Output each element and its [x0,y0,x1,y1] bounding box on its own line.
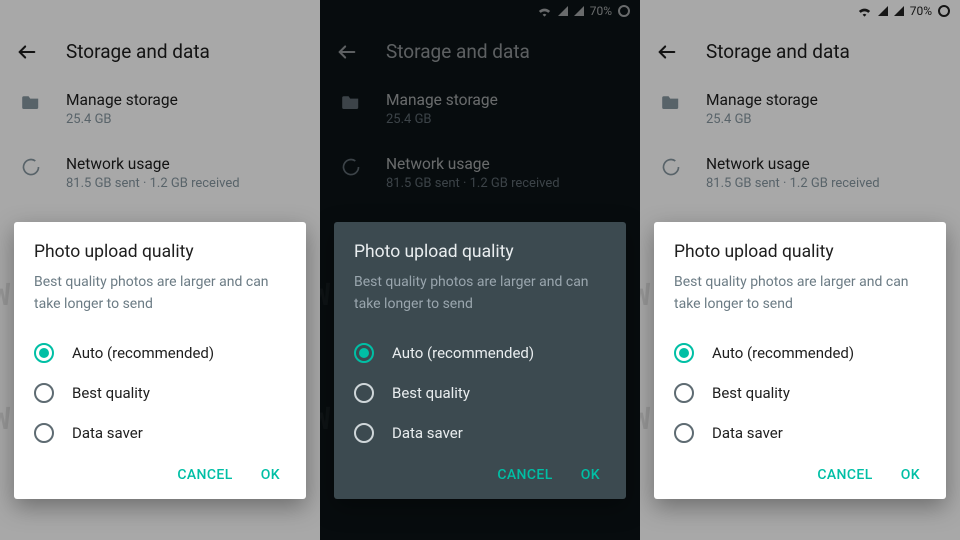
option-best-quality[interactable]: Best quality [34,373,286,413]
ok-button[interactable]: OK [901,467,920,483]
radio-icon [34,423,54,443]
dialog-description: Best quality photos are larger and can t… [34,272,286,315]
radio-icon [674,383,694,403]
screenshot-light-2: 70% Storage and data Manage storage 25.4… [640,0,960,540]
screenshot-dark: 70% Storage and data Manage storage 25.4… [320,0,640,540]
option-best-quality[interactable]: Best quality [354,373,606,413]
dialog-photo-upload-quality: Photo upload quality Best quality photos… [14,222,306,499]
dialog-description: Best quality photos are larger and can t… [674,272,926,315]
cancel-button[interactable]: CANCEL [497,467,552,483]
option-label: Data saver [712,424,783,442]
cancel-button[interactable]: CANCEL [177,467,232,483]
option-label: Best quality [72,384,150,402]
radio-icon [354,343,374,363]
dialog-title: Photo upload quality [354,242,606,262]
option-auto[interactable]: Auto (recommended) [34,333,286,373]
option-label: Auto (recommended) [72,344,214,362]
dialog-description: Best quality photos are larger and can t… [354,272,606,315]
radio-icon [674,423,694,443]
option-label: Data saver [392,424,463,442]
dialog-title: Photo upload quality [674,242,926,262]
dialog-title: Photo upload quality [34,242,286,262]
ok-button[interactable]: OK [581,467,600,483]
radio-icon [354,383,374,403]
option-label: Auto (recommended) [392,344,534,362]
screenshot-light: Storage and data Manage storage 25.4 GB … [0,0,320,540]
radio-icon [34,343,54,363]
dialog-photo-upload-quality: Photo upload quality Best quality photos… [334,222,626,499]
dialog-photo-upload-quality: Photo upload quality Best quality photos… [654,222,946,499]
radio-icon [674,343,694,363]
option-auto[interactable]: Auto (recommended) [674,333,926,373]
option-data-saver[interactable]: Data saver [354,413,606,453]
radio-icon [354,423,374,443]
option-best-quality[interactable]: Best quality [674,373,926,413]
option-label: Best quality [712,384,790,402]
option-label: Auto (recommended) [712,344,854,362]
cancel-button[interactable]: CANCEL [817,467,872,483]
option-label: Best quality [392,384,470,402]
radio-icon [34,383,54,403]
option-data-saver[interactable]: Data saver [674,413,926,453]
option-auto[interactable]: Auto (recommended) [354,333,606,373]
option-data-saver[interactable]: Data saver [34,413,286,453]
ok-button[interactable]: OK [261,467,280,483]
option-label: Data saver [72,424,143,442]
